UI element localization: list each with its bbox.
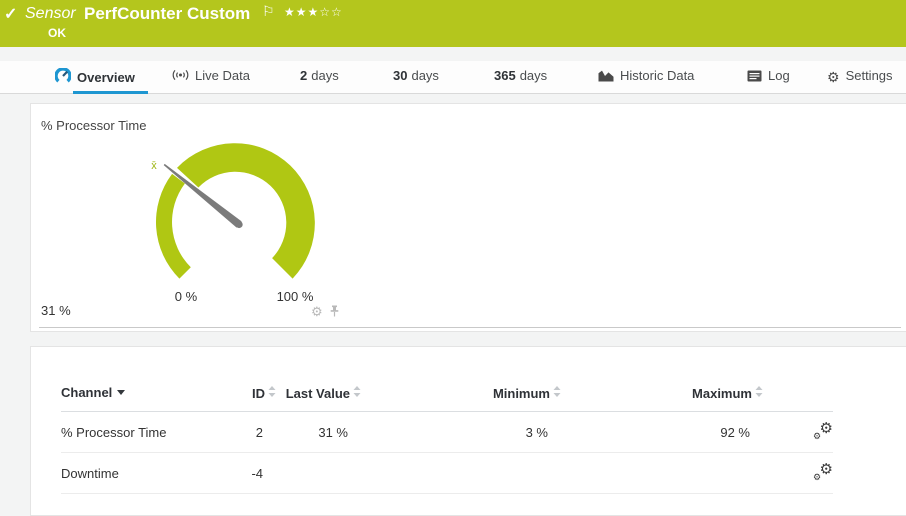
- gauge-max-label: 100 %: [266, 289, 324, 304]
- tab-label: days: [411, 68, 438, 83]
- channel-settings-gears-icon[interactable]: ⚙ ⚙: [813, 463, 833, 480]
- gear-icon: ⚙: [827, 69, 840, 86]
- channel-actions-cell: ⚙ ⚙: [763, 412, 833, 453]
- tab-label: days: [520, 68, 547, 83]
- sensor-title: PerfCounter Custom: [84, 4, 250, 24]
- live-data-icon: [172, 68, 189, 85]
- channel-id-cell: 2: [231, 412, 276, 453]
- sensor-status-header: ✓ Sensor PerfCounter Custom ⚐ ★★★☆☆ OK: [0, 0, 906, 47]
- active-tab-underline: [73, 91, 148, 94]
- channel-minimum-cell: [361, 453, 561, 494]
- column-label: Maximum: [692, 386, 752, 401]
- channel-id-cell: -4: [231, 453, 276, 494]
- gauge-min-label: 0 %: [162, 289, 210, 304]
- tab-label: days: [311, 68, 338, 83]
- channel-settings-gears-icon[interactable]: ⚙ ⚙: [813, 422, 833, 439]
- tab-label: Overview: [77, 70, 135, 85]
- tab-label: Settings: [846, 68, 893, 83]
- column-header-channel[interactable]: Channel: [61, 377, 231, 412]
- gauge-current-value: 31 %: [41, 303, 71, 318]
- tab-label: Historic Data: [620, 68, 694, 83]
- gauge-panel: % Processor Time x̄ 0 % 100 % 31 % ⚙: [30, 103, 906, 332]
- column-label: ID: [252, 386, 265, 401]
- ok-check-icon: ✓: [4, 4, 17, 24]
- channel-maximum-cell: 92 %: [561, 412, 763, 453]
- tab-number: 2: [300, 68, 307, 83]
- tab-number: 30: [393, 68, 407, 83]
- channel-maximum-cell: [561, 453, 763, 494]
- column-header-maximum[interactable]: Maximum: [561, 377, 763, 412]
- gauge-settings-gear-icon[interactable]: ⚙: [311, 304, 323, 319]
- area-chart-icon: [598, 69, 614, 85]
- priority-stars[interactable]: ★★★☆☆: [284, 5, 343, 19]
- processor-time-gauge: x̄: [121, 122, 351, 317]
- mean-marker-label: x̄: [151, 160, 157, 172]
- sort-icon: [268, 385, 276, 400]
- channel-table-panel: Channel ID Last Value Minimum Maximum: [30, 346, 906, 516]
- channel-last-value-cell: 31 %: [276, 412, 361, 453]
- tab-30-days[interactable]: 30 days: [393, 68, 439, 83]
- tab-bar: Overview Live Data 2days 30days 365days …: [0, 61, 906, 94]
- log-list-icon: [747, 70, 762, 85]
- column-label: Minimum: [493, 386, 550, 401]
- sort-icon: [755, 385, 763, 400]
- tab-settings[interactable]: ⚙ Settings: [827, 68, 893, 86]
- tab-live-data[interactable]: Live Data: [172, 68, 250, 85]
- tab-2-days[interactable]: 2 days: [300, 68, 339, 83]
- column-label: Channel: [61, 385, 112, 400]
- channel-name-cell[interactable]: Downtime: [61, 453, 231, 494]
- tab-historic-data[interactable]: Historic Data: [598, 68, 694, 85]
- table-header-row: Channel ID Last Value Minimum Maximum: [61, 377, 833, 412]
- channel-name-cell[interactable]: % Processor Time: [61, 412, 231, 453]
- table-row[interactable]: % Processor Time 2 31 % 3 % 92 % ⚙ ⚙: [61, 412, 833, 453]
- channel-actions-cell: ⚙ ⚙: [763, 453, 833, 494]
- flag-icon[interactable]: ⚐: [262, 3, 275, 20]
- channel-minimum-cell: 3 %: [361, 412, 561, 453]
- tab-log[interactable]: Log: [747, 68, 790, 85]
- panel-divider: [39, 327, 901, 328]
- sort-desc-icon: [117, 390, 125, 395]
- tab-overview[interactable]: Overview: [55, 68, 135, 87]
- table-row[interactable]: Downtime -4 ⚙ ⚙: [61, 453, 833, 494]
- sensor-status-text: OK: [48, 26, 66, 40]
- column-header-id[interactable]: ID: [231, 377, 276, 412]
- channel-last-value-cell: [276, 453, 361, 494]
- pin-icon[interactable]: [326, 304, 341, 319]
- tab-label: Live Data: [195, 68, 250, 83]
- column-header-minimum[interactable]: Minimum: [361, 377, 561, 412]
- gauge-icon: [55, 68, 71, 87]
- column-label: Last Value: [286, 386, 350, 401]
- gauge-panel-title: % Processor Time: [41, 118, 146, 133]
- tab-label: Log: [768, 68, 790, 83]
- object-kind-label: Sensor: [25, 5, 76, 23]
- sort-icon: [553, 385, 561, 400]
- gauge-toolbar: ⚙: [311, 304, 340, 320]
- tab-365-days[interactable]: 365 days: [494, 68, 547, 83]
- column-header-last-value[interactable]: Last Value: [276, 377, 361, 412]
- tab-number: 365: [494, 68, 516, 83]
- channel-table: Channel ID Last Value Minimum Maximum: [61, 377, 833, 494]
- sort-icon: [353, 385, 361, 400]
- column-header-actions: [763, 377, 833, 412]
